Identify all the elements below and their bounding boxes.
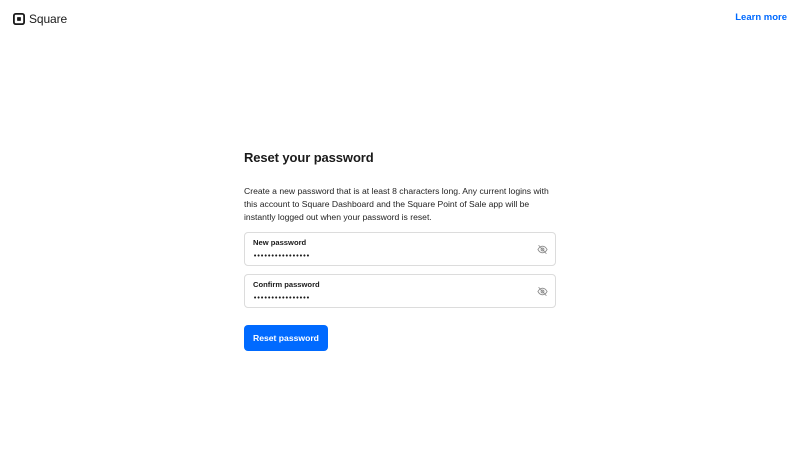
toggle-new-password-visibility[interactable] [537, 244, 548, 255]
reset-password-button[interactable]: Reset password [244, 325, 328, 351]
square-logo-icon [13, 13, 25, 25]
confirm-password-label: Confirm password [253, 280, 320, 289]
eye-off-icon [537, 245, 548, 254]
new-password-label: New password [253, 238, 307, 247]
page: Square Learn more Reset your password Cr… [0, 0, 800, 450]
square-logo-link[interactable]: Square [13, 11, 67, 27]
confirm-password-input[interactable] [253, 292, 523, 304]
confirm-password-field[interactable]: Confirm password [244, 274, 556, 308]
page-title: Reset your password [244, 150, 374, 165]
learn-more-link[interactable]: Learn more [735, 12, 787, 23]
brand-name: Square [29, 12, 68, 26]
form-description: Create a new password that is at least 8… [244, 186, 549, 222]
eye-off-icon [537, 287, 548, 296]
toggle-confirm-password-visibility[interactable] [537, 286, 548, 297]
new-password-input[interactable] [253, 250, 523, 262]
reset-password-form: Reset your password Create a new passwor… [244, 150, 556, 351]
new-password-field[interactable]: New password [244, 232, 556, 266]
